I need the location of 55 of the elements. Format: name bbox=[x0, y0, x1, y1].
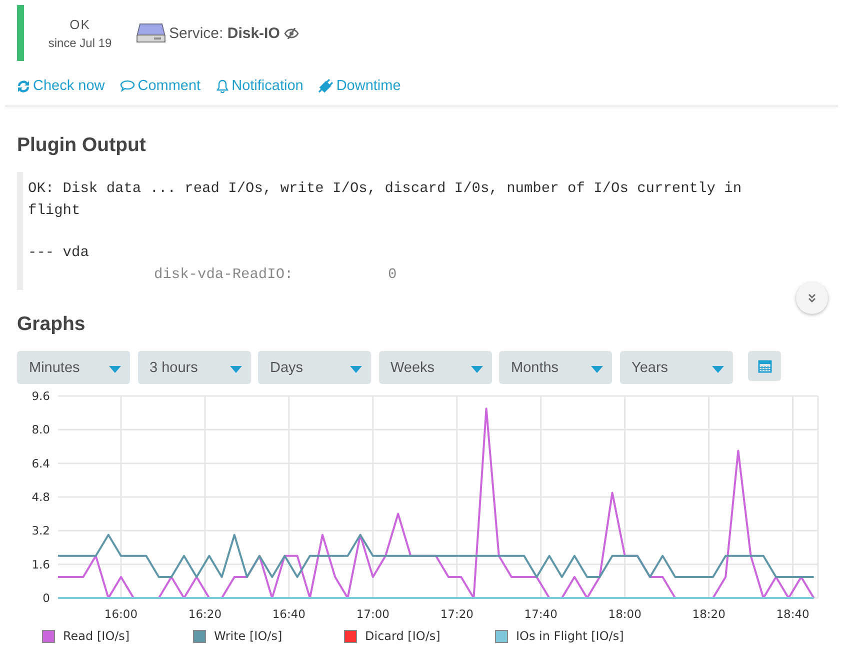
x-tick-label: 16:20 bbox=[188, 607, 222, 621]
output-line: OK: Disk data ... read I/Os, write I/Os, discard I/0s, number of I/Os currently in flight bbox=[28, 180, 743, 221]
y-tick-label: 6.4 bbox=[32, 456, 50, 470]
status-since: since Jul 19 bbox=[48, 36, 112, 50]
eye-slash-icon[interactable] bbox=[284, 28, 299, 38]
range-dropdown[interactable]: Weeks bbox=[378, 351, 492, 384]
legend-label: Read [IO/s] bbox=[63, 629, 130, 643]
service-title: Service: Disk-IO bbox=[169, 24, 280, 42]
y-tick-label: 4.8 bbox=[32, 490, 50, 504]
caret-icon bbox=[350, 366, 362, 372]
x-tick-label: 18:00 bbox=[608, 607, 642, 621]
caret-icon bbox=[230, 366, 242, 372]
action-link[interactable]: Comment bbox=[120, 75, 201, 97]
calendar-button[interactable] bbox=[748, 351, 781, 381]
x-tick-label: 17:40 bbox=[524, 607, 558, 621]
refresh-icon bbox=[17, 80, 30, 92]
action-link[interactable]: Notification bbox=[216, 75, 304, 97]
double-chevron-icon bbox=[807, 293, 817, 303]
x-tick-label: 18:40 bbox=[776, 607, 810, 621]
calendar-icon bbox=[758, 359, 772, 373]
x-tick-label: 18:20 bbox=[692, 607, 726, 621]
caret-icon bbox=[712, 366, 724, 372]
metric-name: disk-vda-ReadIO: bbox=[154, 266, 294, 285]
range-dropdown[interactable]: Months bbox=[499, 351, 612, 384]
y-tick-label: 0 bbox=[42, 591, 50, 605]
caret-icon bbox=[470, 366, 482, 372]
status-text: OK bbox=[70, 16, 90, 32]
range-dropdown[interactable]: Days bbox=[258, 351, 371, 384]
y-tick-label: 8.0 bbox=[32, 422, 50, 437]
status-bar bbox=[17, 5, 24, 61]
y-tick-label: 9.6 bbox=[32, 389, 50, 403]
legend-label: IOs in Flight [IO/s] bbox=[516, 629, 624, 643]
bell-icon bbox=[216, 79, 229, 93]
x-tick-label: 17:00 bbox=[356, 607, 390, 621]
x-tick-label: 16:00 bbox=[104, 607, 138, 621]
legend-label: Dicard [IO/s] bbox=[365, 629, 440, 643]
expand-button[interactable] bbox=[796, 282, 828, 314]
y-tick-label: 3.2 bbox=[32, 524, 50, 538]
metric-value: 0 bbox=[388, 266, 397, 285]
comment-icon bbox=[120, 80, 135, 92]
action-link[interactable]: Downtime bbox=[318, 75, 401, 97]
range-dropdown[interactable]: 3 hours bbox=[138, 351, 250, 384]
caret-icon bbox=[109, 366, 121, 372]
y-tick-label: 1.6 bbox=[32, 557, 50, 572]
plug-icon bbox=[318, 79, 334, 93]
range-dropdown[interactable]: Years bbox=[620, 351, 732, 384]
output-line: --- vda bbox=[28, 244, 90, 263]
x-tick-label: 16:40 bbox=[272, 607, 306, 621]
legend-label: Write [IO/s] bbox=[214, 629, 282, 643]
section-heading: Plugin Output bbox=[17, 133, 147, 157]
x-tick-label: 17:20 bbox=[440, 607, 474, 621]
section-heading: Graphs bbox=[17, 312, 86, 336]
caret-icon bbox=[591, 366, 603, 372]
range-dropdown[interactable]: Minutes bbox=[17, 351, 130, 384]
action-link[interactable]: Check now bbox=[17, 75, 105, 97]
